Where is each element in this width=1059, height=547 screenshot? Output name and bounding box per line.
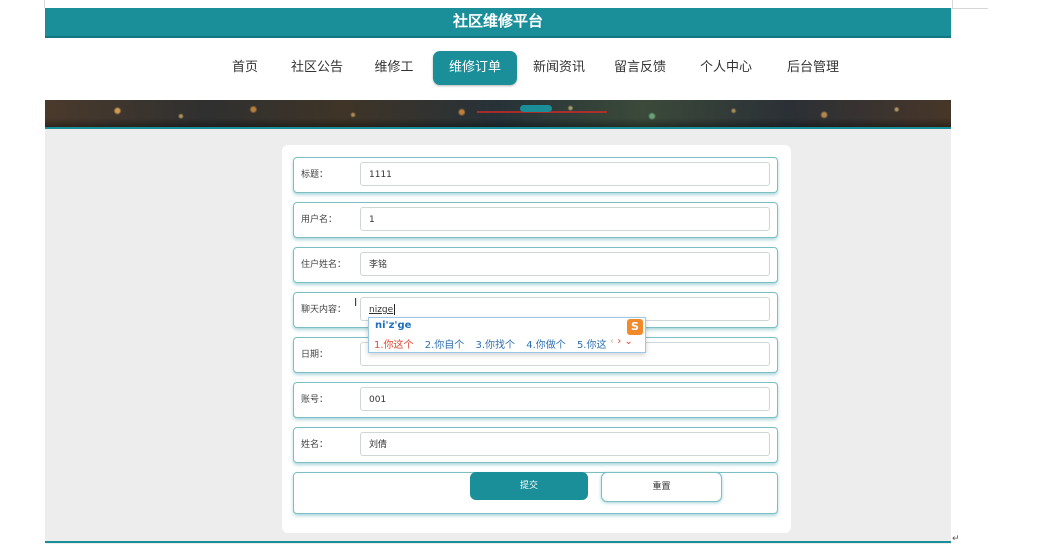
main-nav: 首页 社区公告 维修工 维修订单 新闻资讯 留言反馈 个人中心 后台管理 (45, 38, 951, 100)
site-header: 社区维修平台 (45, 8, 951, 36)
resident-name-input[interactable]: 李铭 (360, 252, 770, 276)
nav-item-announcements[interactable]: 社区公告 (288, 51, 346, 85)
reset-button[interactable]: 重置 (601, 472, 722, 502)
ime-next-icon[interactable]: › (617, 336, 621, 347)
title-input-value: 1111 (369, 170, 392, 180)
ime-candidate-window: ni'z'ge S 1.你这个 2.你自个 3.你找个 4.你做个 5.你这 ‹… (368, 317, 646, 353)
ime-candidate[interactable]: 3.你找个 (475, 340, 515, 351)
resident-name-input-value: 李铭 (369, 260, 388, 270)
ime-candidate-list: 1.你这个 2.你自个 3.你找个 4.你做个 5.你这 (374, 336, 614, 351)
ime-page-controls: ‹ › ⌄ (610, 336, 633, 347)
paragraph-mark-icon: ↵ (952, 534, 960, 544)
footer-divider (45, 541, 951, 543)
field-label-chat-content: 聊天内容： (301, 305, 347, 315)
ime-composition: ni'z'ge (375, 320, 412, 331)
field-label-date: 日期： (301, 350, 329, 360)
form-row-username: 用户名： 1 (293, 202, 778, 238)
name-input-value: 刘倩 (369, 440, 388, 450)
ime-expand-icon[interactable]: ⌄ (624, 336, 632, 347)
nav-item-profile[interactable]: 个人中心 (697, 51, 755, 85)
banner-shade (45, 118, 951, 127)
site-title: 社区维修平台 (452, 12, 543, 30)
nav-item-repair-orders[interactable]: 维修订单 (433, 51, 517, 85)
ime-candidate[interactable]: 1.你这个 (374, 340, 414, 351)
banner-image (45, 100, 951, 127)
form-row-name: 姓名： 刘倩 (293, 427, 778, 463)
field-label-title: 标题： (301, 170, 329, 180)
document-guide-line (44, 0, 45, 8)
field-label-username: 用户名： (301, 215, 338, 225)
field-label-resident-name: 住户姓名： (301, 260, 347, 270)
document-guide-line (952, 8, 988, 9)
text-caret (394, 304, 396, 315)
ime-prev-icon[interactable]: ‹ (610, 336, 614, 347)
chat-content-input-value: nizge (369, 305, 394, 315)
submit-button[interactable]: 提交 (470, 472, 588, 500)
form-row-title: 标题： 1111 (293, 157, 778, 193)
text-cursor-icon: I (354, 296, 358, 309)
nav-item-admin[interactable]: 后台管理 (780, 51, 846, 85)
form-row-account: 账号： 001 (293, 382, 778, 418)
ime-candidate[interactable]: 4.你做个 (526, 340, 566, 351)
ime-candidate[interactable]: 2.你自个 (425, 340, 465, 351)
title-input[interactable]: 1111 (360, 162, 770, 186)
carousel-indicator[interactable] (520, 105, 552, 112)
nav-item-home[interactable]: 首页 (225, 51, 265, 85)
banner-divider (45, 127, 951, 129)
nav-item-feedback[interactable]: 留言反馈 (611, 51, 669, 85)
page: 社区维修平台 首页 社区公告 维修工 维修订单 新闻资讯 留言反馈 个人中心 后… (45, 8, 951, 544)
username-input[interactable]: 1 (360, 207, 770, 231)
name-input[interactable]: 刘倩 (360, 432, 770, 456)
ime-candidate[interactable]: 5.你这 (577, 340, 607, 351)
field-label-account: 账号： (301, 395, 329, 405)
username-input-value: 1 (369, 215, 375, 225)
account-input[interactable]: 001 (360, 387, 770, 411)
nav-item-repairmen[interactable]: 维修工 (369, 51, 419, 85)
nav-item-news[interactable]: 新闻资讯 (530, 51, 588, 85)
field-label-name: 姓名： (301, 440, 329, 450)
sogou-ime-icon[interactable]: S (627, 319, 643, 335)
form-row-resident-name: 住户姓名： 李铭 (293, 247, 778, 283)
account-input-value: 001 (369, 395, 387, 405)
